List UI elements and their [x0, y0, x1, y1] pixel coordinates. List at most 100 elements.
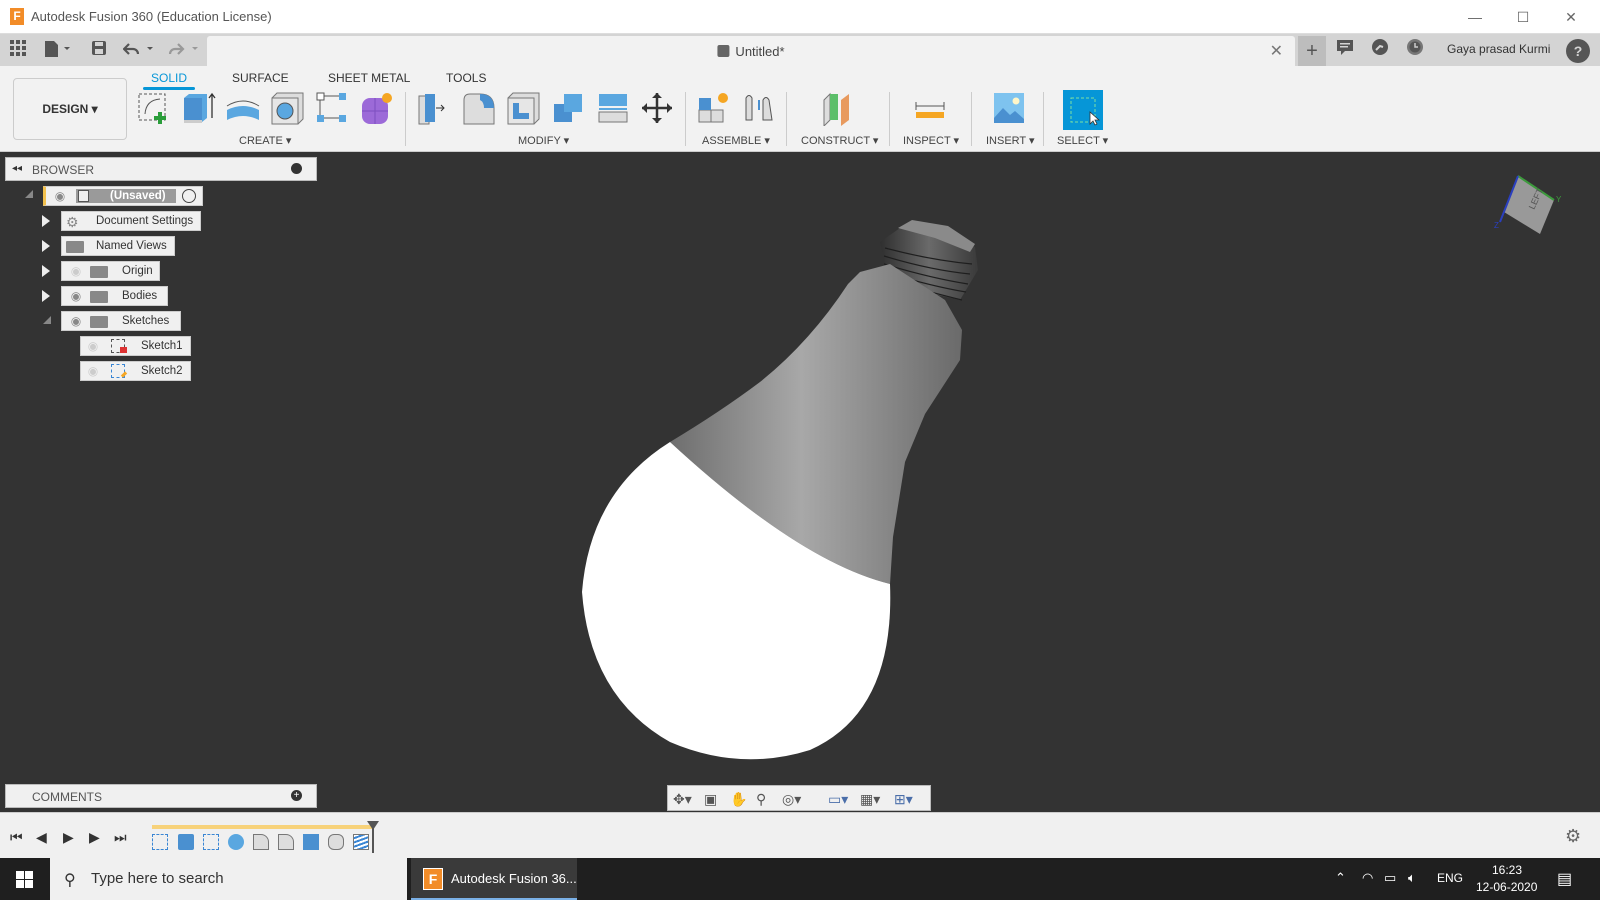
orbit-icon[interactable]: ✥▾: [673, 790, 692, 808]
combine-button[interactable]: [550, 90, 586, 126]
move-copy-button[interactable]: [639, 90, 675, 126]
language-indicator[interactable]: ENG: [1437, 871, 1463, 885]
battery-icon[interactable]: ▭: [1384, 870, 1396, 886]
bulb-model[interactable]: [0, 152, 1600, 812]
eye-hidden-icon[interactable]: ◉: [85, 365, 101, 377]
taskbar-search-box[interactable]: ⚲ Type here to search: [50, 858, 407, 900]
construct-menu[interactable]: CONSTRUCT ▾: [801, 134, 878, 147]
timeline-settings-icon[interactable]: ⚙: [1565, 826, 1581, 847]
notifications-icon[interactable]: [1332, 38, 1358, 62]
close-tab-icon[interactable]: ✕: [1270, 41, 1283, 61]
workspace-switcher[interactable]: DESIGN ▾: [13, 78, 127, 140]
job-status-icon[interactable]: [1367, 38, 1393, 62]
timeline-sphere-icon[interactable]: [228, 834, 244, 850]
zoom-icon[interactable]: ⚲: [756, 790, 766, 808]
clock-date[interactable]: 12-06-2020: [1476, 880, 1537, 894]
volume-icon[interactable]: 🔈︎: [1408, 870, 1416, 886]
canvas-viewport[interactable]: LEFT Y Z: [0, 152, 1600, 812]
timeline-sketch-icon[interactable]: [152, 834, 168, 850]
eye-hidden-icon[interactable]: ◉: [85, 340, 101, 352]
tab-sheet-metal[interactable]: SHEET METAL: [328, 71, 410, 85]
go-to-start-button[interactable]: ⏮: [10, 829, 23, 846]
press-pull-button[interactable]: [416, 90, 452, 126]
insert-image-button[interactable]: [991, 90, 1027, 126]
new-tab-icon[interactable]: +: [1298, 36, 1326, 66]
viewports-icon[interactable]: ⊞▾: [894, 790, 913, 808]
fit-icon[interactable]: ◎▾: [782, 790, 801, 808]
offset-plane-button[interactable]: [819, 90, 855, 128]
eye-icon[interactable]: ◉: [68, 315, 84, 327]
document-tab[interactable]: Untitled* ✕: [207, 36, 1295, 66]
shell-button[interactable]: [505, 90, 541, 126]
create-menu[interactable]: CREATE ▾: [239, 134, 291, 147]
undo-icon[interactable]: [122, 40, 155, 60]
extrude-button[interactable]: [181, 90, 217, 126]
user-name[interactable]: Gaya prasad Kurmi: [1447, 42, 1550, 56]
close-window-button[interactable]: ✕: [1548, 4, 1594, 30]
browser-minimize-icon[interactable]: [291, 163, 302, 174]
create-form-button[interactable]: [359, 90, 395, 126]
add-comment-icon[interactable]: +: [291, 790, 302, 801]
inspect-menu[interactable]: INSPECT ▾: [903, 134, 959, 147]
hole-button[interactable]: [270, 90, 306, 126]
modify-menu[interactable]: MODIFY ▾: [518, 134, 569, 147]
browser-root-node[interactable]: ◉ (Unsaved): [43, 186, 203, 206]
create-sketch-button[interactable]: [136, 90, 172, 126]
tree-node-sketches[interactable]: ◉ Sketches: [61, 311, 181, 331]
play-button[interactable]: ▶: [63, 829, 74, 846]
tree-node-bodies[interactable]: ◉ Bodies: [61, 286, 168, 306]
help-icon[interactable]: ?: [1566, 39, 1590, 63]
expand-icon[interactable]: [42, 240, 50, 252]
timeline-extrude-icon[interactable]: [178, 834, 194, 850]
show-hidden-icons[interactable]: ⌃: [1335, 870, 1346, 886]
tree-node-named-views[interactable]: Named Views: [61, 236, 175, 256]
grid-icon[interactable]: [8, 40, 28, 60]
minimize-button[interactable]: —: [1452, 4, 1498, 30]
revolve-button[interactable]: [225, 90, 261, 126]
tree-node-origin[interactable]: ◉ Origin: [61, 261, 160, 281]
grid-settings-icon[interactable]: ▦▾: [860, 790, 880, 808]
maximize-button[interactable]: ☐: [1500, 4, 1546, 30]
step-forward-button[interactable]: ▶: [89, 829, 100, 846]
viewcube[interactable]: LEFT Y Z: [1492, 172, 1572, 242]
taskbar-app-fusion[interactable]: F Autodesk Fusion 36...: [411, 858, 577, 900]
collapse-browser-icon[interactable]: ◂◂: [12, 163, 22, 174]
fillet-button[interactable]: [461, 90, 497, 126]
timeline-extrude-icon[interactable]: [303, 834, 319, 850]
timeline-sketch-icon[interactable]: [203, 834, 219, 850]
expand-icon[interactable]: [42, 215, 50, 227]
eye-icon[interactable]: ◉: [52, 190, 68, 202]
timeline-shell-icon[interactable]: [328, 834, 344, 850]
timeline-fillet-icon[interactable]: [278, 834, 294, 850]
pan-icon[interactable]: ✋: [730, 790, 747, 808]
go-to-end-button[interactable]: ⏭: [114, 829, 127, 846]
clock-time[interactable]: 16:23: [1492, 863, 1522, 877]
step-back-button[interactable]: ◀: [36, 829, 47, 846]
collapse-icon[interactable]: [43, 316, 51, 324]
new-component-button[interactable]: [696, 90, 732, 126]
eye-icon[interactable]: ◉: [68, 290, 84, 302]
redo-icon[interactable]: [168, 40, 200, 60]
tab-tools[interactable]: TOOLS: [446, 71, 486, 85]
look-at-icon[interactable]: ▣: [704, 790, 717, 808]
eye-hidden-icon[interactable]: ◉: [68, 265, 84, 277]
tree-node-document-settings[interactable]: ⚙ Document Settings: [61, 211, 201, 231]
joint-button[interactable]: [741, 90, 777, 126]
expand-icon[interactable]: [42, 290, 50, 302]
pattern-button[interactable]: [314, 90, 350, 126]
offset-face-button[interactable]: [595, 90, 631, 126]
insert-menu[interactable]: INSERT ▾: [986, 134, 1035, 147]
select-menu[interactable]: SELECT ▾: [1057, 134, 1108, 147]
assemble-menu[interactable]: ASSEMBLE ▾: [702, 134, 770, 147]
timeline-fillet-icon[interactable]: [253, 834, 269, 850]
network-icon[interactable]: ◠: [1362, 870, 1373, 886]
action-center-icon[interactable]: ▤: [1557, 869, 1572, 889]
tab-surface[interactable]: SURFACE: [232, 71, 289, 85]
expand-icon[interactable]: [42, 265, 50, 277]
history-icon[interactable]: [1402, 38, 1428, 62]
display-settings-icon[interactable]: ▭▾: [828, 790, 848, 808]
timeline-coil-icon[interactable]: [353, 834, 369, 850]
tab-solid[interactable]: SOLID: [142, 71, 196, 90]
tree-node-sketch2[interactable]: ◉ Sketch2: [80, 361, 191, 381]
save-icon[interactable]: [90, 40, 108, 60]
